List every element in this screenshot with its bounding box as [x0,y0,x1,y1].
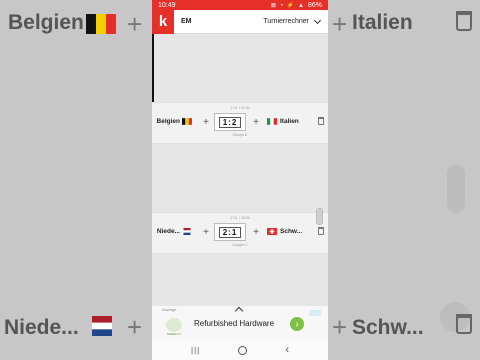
increase-away-score-button[interactable]: + [250,223,262,241]
ad-label: Anzeige [162,307,177,312]
chevron-down-icon [313,16,322,24]
battery-level: 86% [307,1,322,9]
away-team: Schw... [280,228,303,235]
recent-apps-icon[interactable]: ||| [191,346,200,355]
match-list: 17.6. / 21:00 Belgien + 1:2 + Gruppe E I… [152,34,328,340]
home-team: Belgien [156,118,180,125]
background-plus-icon: + [127,9,143,39]
phone-screen: 10:49 ⊠ ◔ ⚡ ▲ 86% k EM Turnierrechner 17… [152,0,328,360]
score-value: 1:2 [218,116,242,128]
match-date: 17.6. / 21:00 [230,106,250,110]
adchoices-icon[interactable] [309,310,321,316]
dropdown-label: Turnierrechner [263,18,309,25]
home-icon[interactable] [238,345,248,355]
competition-title: EM [181,18,192,25]
ad-banner[interactable]: Anzeige GREEN IT Refurbished Hardware › [152,306,328,340]
overlay-bar [152,34,154,104]
belgium-flag-icon [182,118,192,125]
increase-home-score-button[interactable]: + [200,113,212,131]
background-away-team: Schw... [352,316,424,339]
match-date: 17.6. / 18:00 [230,216,250,220]
background-away-team: Italien [352,11,413,34]
status-icons: ⊠ ◔ ⚡ ▲ [270,2,305,9]
increase-home-score-button[interactable]: + [200,223,212,241]
status-time: 10:49 [158,1,176,9]
ad-arrow-icon[interactable]: › [290,317,304,331]
advertiser-name: GREEN IT [166,332,182,336]
view-dropdown[interactable]: Turnierrechner [263,16,328,25]
trash-icon[interactable] [318,117,324,125]
score-value: 2:1 [218,226,242,238]
netherlands-flag-icon [183,228,191,235]
switzerland-flag-icon [267,228,277,235]
italy-flag-icon [267,118,277,125]
kicker-logo[interactable]: k [152,9,174,34]
back-icon[interactable]: ‹ [285,344,289,356]
collapse-ad-icon[interactable] [234,306,244,316]
match-group: Gruppe E [232,133,248,137]
background-home-team: Belgien [8,11,84,34]
app-bar: k EM Turnierrechner [152,9,328,34]
ad-title[interactable]: Refurbished Hardware [194,319,274,328]
home-team: Niede... [156,228,180,235]
away-team: Italien [280,118,299,125]
match-row: 17.6. / 18:00 Niede... + 2:1 + Gruppe C … [152,212,328,254]
background-trash-icon [456,314,472,334]
background-home-team: Niede... [4,316,79,339]
background-plus-icon: + [332,9,348,39]
score-display: 1:2 [214,113,246,131]
match-group: Gruppe C [232,243,248,247]
advertiser-logo [166,318,182,332]
background-plus-icon: + [127,312,143,342]
background-scrollbar [447,165,465,213]
android-nav-bar: ||| ‹ [152,340,328,360]
score-display: 2:1 [214,223,246,241]
scrollbar-thumb[interactable] [316,208,323,225]
increase-away-score-button[interactable]: + [250,113,262,131]
netherlands-flag-icon [92,316,112,336]
match-row: 17.6. / 21:00 Belgien + 1:2 + Gruppe E I… [152,102,328,144]
belgium-flag-icon [86,14,116,34]
status-bar: 10:49 ⊠ ◔ ⚡ ▲ 86% [152,0,328,10]
background-trash-icon [456,11,472,31]
trash-icon[interactable] [318,227,324,235]
background-plus-icon: + [332,312,348,342]
